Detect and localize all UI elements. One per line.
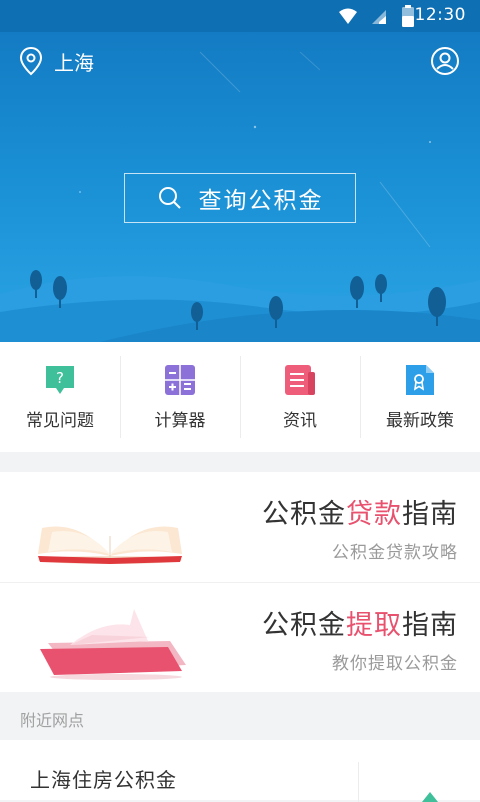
status-bar: 12:30 xyxy=(0,0,480,32)
city-label: 上海 xyxy=(54,50,94,75)
card-title: 公积金贷款指南 xyxy=(262,492,458,531)
nearby-item-name: 上海住房公积金 xyxy=(30,768,177,792)
title-highlight: 提取 xyxy=(346,610,402,641)
calculator-icon xyxy=(165,364,195,395)
quick-item-calculator[interactable]: 计算器 xyxy=(120,342,240,452)
question-bubble-icon: ? xyxy=(46,365,74,394)
user-profile-icon[interactable] xyxy=(430,46,460,76)
title-prefix: 公积金 xyxy=(262,610,346,641)
policy-document-icon xyxy=(406,364,434,395)
withdraw-guide-card[interactable]: 公积金提取指南 教你提取公积金 xyxy=(0,582,480,692)
hero-banner: 上海 查询公积金 xyxy=(0,32,480,342)
search-placeholder: 查询公积金 xyxy=(198,188,324,214)
divider xyxy=(358,762,359,802)
location-pin-icon xyxy=(19,46,43,76)
battery-icon xyxy=(402,5,414,27)
quick-label: 常见问题 xyxy=(26,410,94,431)
nearby-section-label: 附近网点 xyxy=(20,711,85,730)
open-book-icon xyxy=(38,526,182,564)
title-suffix: 指南 xyxy=(402,610,458,641)
quick-item-faq[interactable]: ? 常见问题 xyxy=(0,342,120,452)
nearby-list-item[interactable]: 上海住房公积金 xyxy=(0,740,480,802)
quick-label: 计算器 xyxy=(154,410,206,431)
phone-tray-icon xyxy=(40,609,186,680)
search-box[interactable]: 查询公积金 xyxy=(124,173,356,223)
card-subtitle: 公积金贷款攻略 xyxy=(332,543,458,563)
signal-icon xyxy=(372,10,386,24)
quick-label: 最新政策 xyxy=(386,410,454,431)
card-title: 公积金提取指南 xyxy=(262,603,458,642)
quick-item-policy[interactable]: 最新政策 xyxy=(360,342,480,452)
navigate-icon[interactable] xyxy=(418,790,442,802)
card-subtitle: 教你提取公积金 xyxy=(332,654,458,674)
title-highlight: 贷款 xyxy=(346,499,402,530)
svg-text:?: ? xyxy=(56,369,64,387)
loan-guide-card[interactable]: 公积金贷款指南 公积金贷款攻略 xyxy=(0,472,480,582)
quick-label: 资讯 xyxy=(283,410,317,431)
title-suffix: 指南 xyxy=(402,499,458,530)
status-time: 12:30 xyxy=(414,5,466,25)
hills-illustration xyxy=(0,270,480,342)
title-prefix: 公积金 xyxy=(262,499,346,530)
quick-menu: ? 常见问题 计算器 资讯 最新政策 xyxy=(0,342,480,452)
news-icon xyxy=(285,364,315,395)
city-selector[interactable]: 上海 xyxy=(18,46,94,76)
wifi-icon xyxy=(339,8,357,24)
search-icon xyxy=(158,187,181,209)
quick-item-news[interactable]: 资讯 xyxy=(240,342,360,452)
